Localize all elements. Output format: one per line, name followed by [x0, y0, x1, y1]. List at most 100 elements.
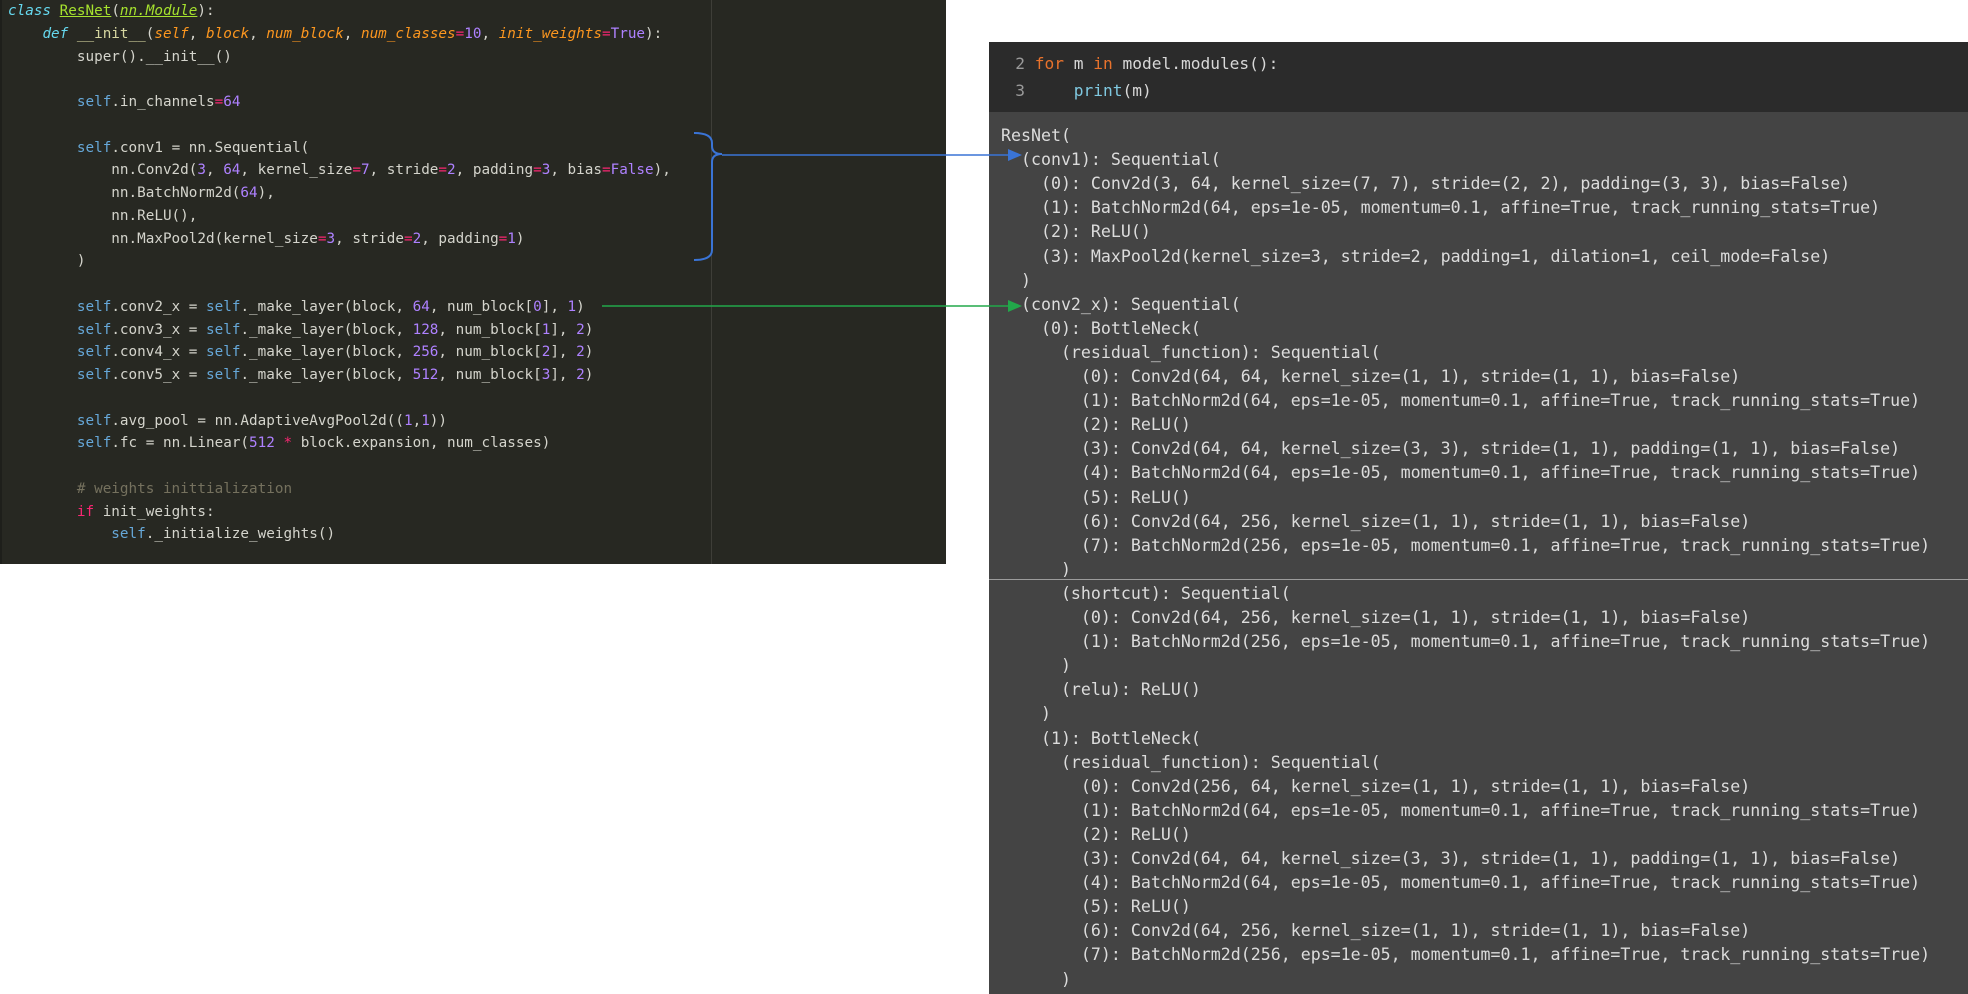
- code-token: self: [76, 435, 112, 452]
- output-line: (3): MaxPool2d(kernel_size=3, stride=2, …: [1001, 246, 1831, 266]
- output-line: (residual_function): Sequential(: [1001, 752, 1381, 772]
- code-token: =: [438, 162, 448, 179]
- code-token: self: [206, 321, 241, 338]
- code-token: m: [1073, 54, 1094, 73]
- code-token: .conv4_x =: [111, 344, 206, 361]
- code-token: self: [111, 526, 146, 543]
- code-token: 10: [464, 25, 482, 42]
- code-token: self: [76, 94, 112, 110]
- line-number: 2: [1015, 54, 1025, 73]
- editor-ruler-line: [711, 0, 712, 564]
- code-token: *: [283, 435, 293, 452]
- code-editor-panel[interactable]: class ResNet(nn.Module): def __init__(se…: [0, 0, 946, 564]
- code-token: ,: [412, 412, 422, 429]
- output-line: (0): Conv2d(3, 64, kernel_size=(7, 7), s…: [1001, 174, 1851, 194]
- code-token: , stride: [369, 162, 439, 179]
- output-line: (7): BatchNorm2d(256, eps=1e-05, momentu…: [1001, 535, 1931, 555]
- output-line: (1): BottleNeck(: [1001, 728, 1201, 748]
- code-token: =: [602, 25, 611, 42]
- code-token: =: [352, 162, 361, 179]
- code-token: self: [76, 367, 112, 383]
- line-number: 3: [1015, 81, 1025, 100]
- code-token: 512: [412, 367, 439, 383]
- output-line: (2): ReLU(): [1001, 415, 1191, 435]
- output-line: (0): Conv2d(64, 64, kernel_size=(1, 1), …: [1001, 367, 1741, 386]
- code-token: .conv1 = nn.Sequential(: [111, 139, 310, 156]
- output-line: (1): BatchNorm2d(64, eps=1e-05, momentum…: [1001, 391, 1921, 411]
- code-token: 64: [412, 298, 430, 315]
- code-token: nn.BatchNorm2d(: [111, 185, 241, 201]
- code-token: nn.ReLU(),: [111, 207, 198, 224]
- output-line: (3): Conv2d(64, 64, kernel_size=(3, 3), …: [1001, 439, 1901, 459]
- code-token: 64: [223, 94, 241, 110]
- code-token: 128: [412, 321, 439, 338]
- code-token: =: [403, 230, 413, 247]
- code-token: , num_block[: [438, 367, 542, 383]
- code-token: 2: [447, 162, 456, 179]
- code-token: , num_block[: [429, 298, 534, 315]
- output-line: (4): BatchNorm2d(64, eps=1e-05, momentum…: [1001, 463, 1921, 483]
- code-token: .conv3_x =: [111, 321, 206, 338]
- code-line: nn.Conv2d(3, 64, kernel_size=7, stride=2…: [8, 159, 671, 181]
- output-line: (shortcut): Sequential(: [1001, 583, 1291, 603]
- code-token: num_block: [266, 25, 344, 42]
- code-line: # weights inittialization: [8, 478, 292, 500]
- code-token: , num_block[: [438, 321, 542, 338]
- code-token: print: [1073, 81, 1123, 100]
- line-number-gap: [1025, 54, 1035, 73]
- output-line: ): [1001, 969, 1071, 989]
- code-token: # weights inittialization: [76, 480, 293, 497]
- output-line: (6): Conv2d(64, 256, kernel_size=(1, 1),…: [1001, 511, 1751, 531]
- code-token: .conv2_x =: [111, 298, 206, 315]
- code-token: ),: [653, 162, 671, 179]
- output-line: (1): BatchNorm2d(64, eps=1e-05, momentum…: [1001, 198, 1881, 218]
- code-line: self.in_channels=64: [8, 91, 241, 113]
- code-line: self._initialize_weights(): [8, 523, 335, 545]
- code-token: ,: [249, 25, 267, 42]
- cell-input-line: 2 for m in model.modules():: [989, 52, 1278, 76]
- code-line: ): [8, 250, 86, 272]
- code-token: self: [206, 344, 241, 361]
- code-line: super().__init__(): [8, 46, 232, 68]
- code-token: super().__init__(): [76, 48, 232, 65]
- code-token: def: [42, 25, 77, 42]
- code-token: =: [533, 162, 542, 179]
- code-line: nn.ReLU(),: [8, 205, 197, 227]
- code-line: self.conv4_x = self._make_layer(block, 2…: [8, 341, 594, 363]
- code-token: self: [206, 298, 241, 315]
- code-token: 1: [507, 230, 516, 247]
- cell-input-area[interactable]: 2 for m in model.modules(): 3 print(m): [989, 42, 1968, 112]
- output-line: (conv1): Sequential(: [1001, 150, 1221, 170]
- code-token: , bias: [550, 162, 602, 179]
- code-line: self.conv3_x = self._make_layer(block, 1…: [8, 319, 594, 341]
- code-token: num_classes: [360, 25, 456, 42]
- output-line: (0): BottleNeck(: [1001, 318, 1201, 338]
- code-token: 1: [403, 412, 413, 429]
- code-token: , padding: [455, 162, 534, 179]
- code-token: .fc = nn.Linear(: [111, 435, 250, 452]
- code-token: =: [214, 94, 224, 110]
- code-token: nn.Conv2d(: [111, 162, 198, 179]
- code-token: 64: [223, 162, 241, 179]
- code-token: ],: [550, 367, 577, 383]
- code-token: ],: [550, 321, 577, 338]
- code-token: self: [76, 344, 112, 361]
- code-line: self.conv1 = nn.Sequential(: [8, 137, 309, 159]
- code-token: =: [317, 230, 327, 247]
- code-token: ._initialize_weights(): [145, 526, 336, 543]
- code-token: ): [584, 321, 594, 338]
- code-token: ._make_layer(block,: [240, 344, 413, 361]
- code-token: model.modules():: [1122, 54, 1279, 73]
- output-line: ): [1001, 270, 1031, 290]
- output-separator: [989, 579, 1968, 580]
